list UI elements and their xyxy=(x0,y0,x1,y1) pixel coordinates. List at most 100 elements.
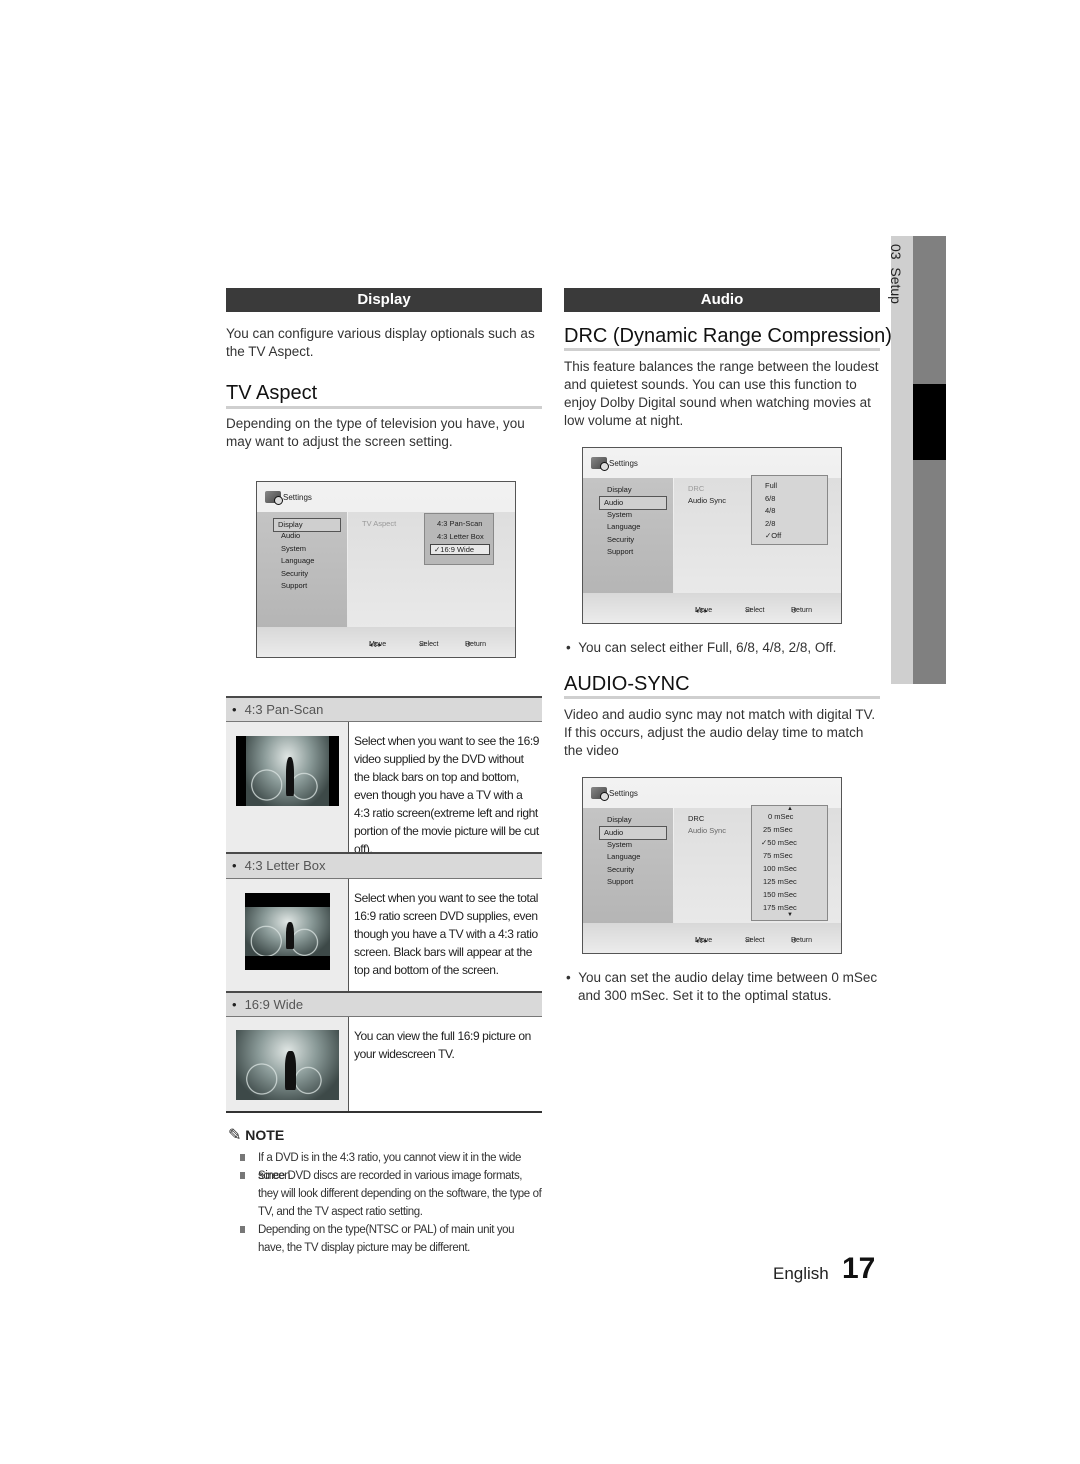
note-heading: ✎ NOTE xyxy=(228,1127,285,1144)
screen-title: Settings xyxy=(609,788,638,798)
drc-heading: DRC (Dynamic Range Compression) xyxy=(564,325,892,347)
screen-titlebar: Settings xyxy=(583,778,841,808)
pencil-icon: ✎ xyxy=(228,1127,242,1144)
mode-row-letter-box: Select when you want to see the total 16… xyxy=(226,878,542,992)
page-number: 17 xyxy=(842,1252,876,1285)
audio-sync-popup: ▲ 0 mSec 25 mSec ✓50 mSec 75 mSec 100 mS… xyxy=(751,805,828,921)
menu-item-system[interactable]: System xyxy=(603,839,636,851)
menu-item-security[interactable]: Security xyxy=(603,534,638,546)
mode-header-wide: • 16:9 Wide xyxy=(226,991,542,1017)
image-cell xyxy=(226,1017,349,1111)
settings-gear-icon xyxy=(265,491,283,505)
audio-section-bar: Audio xyxy=(564,288,880,312)
popup-option[interactable]: 2/8 xyxy=(765,519,775,528)
image-cell xyxy=(226,879,349,992)
popup-option[interactable]: 0 mSec xyxy=(768,812,793,821)
chapter-title: Setup xyxy=(888,267,904,304)
popup-option[interactable]: 150 mSec xyxy=(763,890,797,899)
popup-option[interactable]: 125 mSec xyxy=(763,877,797,886)
settings-menu: Display Audio System Language Security S… xyxy=(257,512,347,628)
heading-rule xyxy=(564,348,880,351)
popup-option-selected[interactable]: ✓50 mSec xyxy=(761,838,797,847)
drc-description: This feature balances the range between … xyxy=(564,359,879,428)
mode-row-pan-scan: Select when you want to see the 16:9 vid… xyxy=(226,721,542,856)
option-drc[interactable]: DRC xyxy=(688,484,704,493)
menu-item-audio[interactable]: Audio xyxy=(277,530,304,542)
popup-option[interactable]: 175 mSec xyxy=(763,903,797,912)
menu-item-display[interactable]: Display xyxy=(603,814,636,826)
popup-option[interactable]: 100 mSec xyxy=(763,864,797,873)
menu-item-security[interactable]: Security xyxy=(277,568,312,580)
popup-option[interactable]: 4/8 xyxy=(765,506,775,515)
popup-option[interactable]: 6/8 xyxy=(765,494,775,503)
screen-titlebar: Settings xyxy=(583,448,841,478)
tv-aspect-description: Depending on the type of television you … xyxy=(226,416,525,449)
screen-title: Settings xyxy=(609,458,638,468)
tv-aspect-settings-screen: Settings Display Audio System Language S… xyxy=(256,481,516,658)
scroll-down-icon[interactable]: ▼ xyxy=(787,912,793,918)
option-tv-aspect[interactable]: TV Aspect xyxy=(362,519,396,528)
screen-footer: ◂⇕▸ Move ⏎ Select ↺ Return xyxy=(583,923,841,953)
menu-item-audio[interactable]: Audio xyxy=(599,496,667,510)
footer-language: English xyxy=(773,1264,829,1283)
popup-option-selected[interactable]: ✓16:9 Wide xyxy=(430,544,490,555)
mode-description: You can view the full 16:9 picture on yo… xyxy=(354,1029,531,1061)
popup-option[interactable]: 4:3 Pan-Scan xyxy=(437,519,482,528)
settings-content: DRC Audio Sync Full 6/8 4/8 2/8 ✓Off xyxy=(674,475,841,594)
display-intro: You can configure various display option… xyxy=(226,326,535,359)
chapter-tab-strip xyxy=(913,236,946,684)
drc-bullet: • You can select either Full, 6/8, 4/8, … xyxy=(566,640,837,655)
menu-item-support[interactable]: Support xyxy=(603,876,637,888)
heading-rule xyxy=(226,406,542,409)
popup-option[interactable]: Full xyxy=(765,481,777,490)
menu-item-system[interactable]: System xyxy=(277,543,310,555)
popup-option[interactable]: 4:3 Letter Box xyxy=(437,532,484,541)
popup-option-selected[interactable]: ✓Off xyxy=(765,531,781,540)
screen-footer: ◂⇕▸ Move ⏎ Select ↺ Return xyxy=(583,593,841,623)
menu-item-audio[interactable]: Audio xyxy=(599,826,667,840)
wide-preview-image xyxy=(236,1030,339,1100)
heading-rule xyxy=(564,696,880,699)
menu-item-language[interactable]: Language xyxy=(603,521,644,533)
tv-aspect-heading: TV Aspect xyxy=(226,382,318,404)
option-audio-sync[interactable]: Audio Sync xyxy=(688,826,726,835)
settings-menu: Display Audio System Language Security S… xyxy=(583,808,673,924)
menu-item-support[interactable]: Support xyxy=(277,580,311,592)
option-drc[interactable]: DRC xyxy=(688,814,704,823)
popup-option[interactable]: 75 mSec xyxy=(763,851,793,860)
screen-titlebar: Settings xyxy=(257,482,515,512)
audio-sync-description: Video and audio sync may not match with … xyxy=(564,707,876,758)
settings-menu: Display Audio System Language Security S… xyxy=(583,478,673,594)
menu-item-security[interactable]: Security xyxy=(603,864,638,876)
settings-content: TV Aspect 4:3 Pan-Scan 4:3 Letter Box ✓1… xyxy=(348,512,515,628)
chapter-number: 03 xyxy=(888,244,904,260)
menu-item-support[interactable]: Support xyxy=(603,546,637,558)
mode-description: Select when you want to see the 16:9 vid… xyxy=(354,734,540,856)
menu-item-system[interactable]: System xyxy=(603,509,636,521)
drc-settings-screen: Settings Display Audio System Language S… xyxy=(582,447,842,624)
mode-description: Select when you want to see the total 16… xyxy=(354,891,538,977)
mode-row-wide: You can view the full 16:9 picture on yo… xyxy=(226,1016,542,1113)
popup-option[interactable]: 25 mSec xyxy=(763,825,793,834)
chapter-label: 03 Setup xyxy=(888,244,904,304)
letter-box-preview-image xyxy=(245,893,330,970)
note-item: Since DVD discs are recorded in various … xyxy=(240,1167,542,1221)
pan-scan-preview-image xyxy=(236,736,339,806)
note-item: Depending on the type(NTSC or PAL) of ma… xyxy=(240,1221,542,1257)
option-audio-sync[interactable]: Audio Sync xyxy=(688,496,726,505)
menu-item-display[interactable]: Display xyxy=(603,484,636,496)
drc-popup: Full 6/8 4/8 2/8 ✓Off xyxy=(751,475,828,545)
audio-sync-heading: AUDIO-SYNC xyxy=(564,673,690,695)
audio-sync-bullet: • You can set the audio delay time betwe… xyxy=(566,970,878,1003)
menu-item-language[interactable]: Language xyxy=(277,555,318,567)
tv-aspect-popup: 4:3 Pan-Scan 4:3 Letter Box ✓16:9 Wide xyxy=(424,513,494,565)
display-section-bar: Display xyxy=(226,288,542,312)
chapter-tab-marker xyxy=(913,384,946,460)
settings-gear-icon xyxy=(591,787,609,801)
menu-item-language[interactable]: Language xyxy=(603,851,644,863)
image-cell xyxy=(226,722,349,852)
screen-title: Settings xyxy=(283,492,312,502)
screen-footer: ◂⇕▸ Move ⏎ Select ↺ Return xyxy=(257,627,515,657)
mode-header-letter-box: • 4:3 Letter Box xyxy=(226,852,542,878)
mode-header-pan-scan: • 4:3 Pan-Scan xyxy=(226,696,542,722)
